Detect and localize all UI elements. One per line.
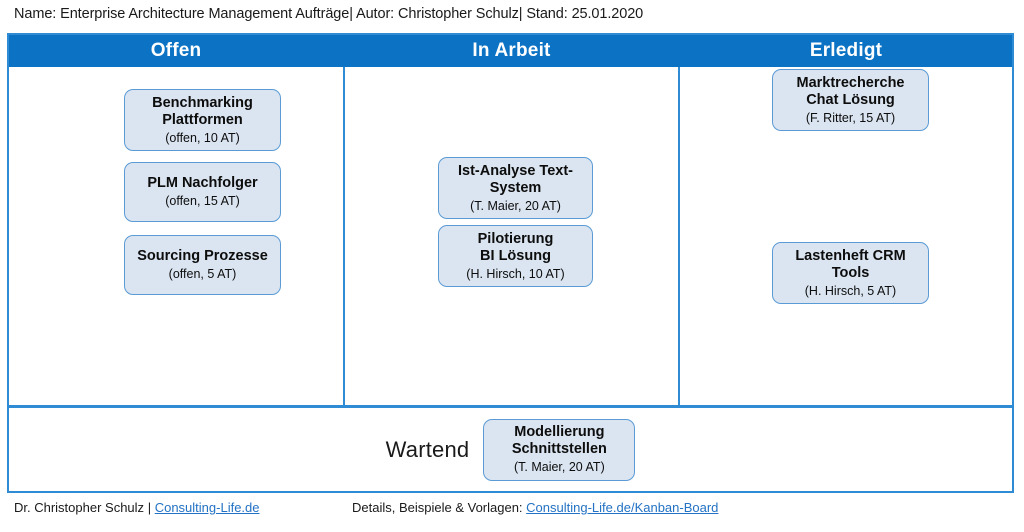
card-title: Lastenheft CRM Tools	[795, 247, 906, 281]
card-marktrecherche-chat-loesung[interactable]: Marktrecherche Chat Lösung (F. Ritter, 1…	[772, 69, 929, 131]
board-lanes: Benchmarking Plattformen (offen, 10 AT) …	[9, 67, 1012, 405]
card-title: Pilotierung BI Lösung	[477, 230, 554, 264]
footer-details-link[interactable]: Consulting-Life.de/Kanban-Board	[526, 500, 718, 515]
card-subtitle: (F. Ritter, 15 AT)	[805, 110, 896, 125]
card-title: Marktrecherche Chat Lösung	[796, 74, 905, 108]
card-plm-nachfolger[interactable]: PLM Nachfolger (offen, 15 AT)	[124, 162, 281, 222]
card-title: Sourcing Prozesse	[137, 248, 268, 264]
card-subtitle: (offen, 5 AT)	[168, 267, 237, 281]
column-erledigt[interactable]: Marktrecherche Chat Lösung (F. Ritter, 1…	[680, 67, 1012, 405]
card-subtitle: (H. Hirsch, 10 AT)	[466, 266, 565, 281]
column-in-arbeit[interactable]: Ist-Analyse Text- System (T. Maier, 20 A…	[343, 67, 680, 405]
footer-author-name: Dr. Christopher Schulz	[14, 500, 145, 515]
card-sourcing-prozesse[interactable]: Sourcing Prozesse (offen, 5 AT)	[124, 235, 281, 295]
wartend-label: Wartend	[385, 436, 470, 462]
column-header-band: Offen In Arbeit Erledigt	[9, 35, 1012, 67]
column-offen[interactable]: Benchmarking Plattformen (offen, 10 AT) …	[9, 67, 343, 405]
card-title: Modellierung Schnittstellen	[511, 424, 607, 457]
footer-author-block: Dr. Christopher Schulz | Consulting-Life…	[14, 500, 260, 515]
card-subtitle: (T. Maier, 20 AT)	[513, 460, 605, 474]
column-header-erledigt: Erledigt	[809, 40, 883, 61]
card-ist-analyse-text-system[interactable]: Ist-Analyse Text- System (T. Maier, 20 A…	[438, 157, 593, 219]
card-subtitle: (offen, 15 AT)	[165, 194, 240, 208]
card-title: Benchmarking Plattformen	[152, 94, 253, 128]
card-benchmarking-plattformen[interactable]: Benchmarking Plattformen (offen, 10 AT)	[124, 89, 281, 151]
card-modellierung-schnittstellen[interactable]: Modellierung Schnittstellen (T. Maier, 2…	[483, 418, 636, 481]
card-pilotierung-bi-loesung[interactable]: Pilotierung BI Lösung (H. Hirsch, 10 AT)	[438, 225, 593, 287]
document-meta-line: Name: Enterprise Architecture Management…	[14, 6, 644, 22]
kanban-board: Offen In Arbeit Erledigt Benchmarking Pl…	[7, 33, 1014, 493]
column-header-in-arbeit: In Arbeit	[472, 40, 551, 61]
footer-details-label: Details, Beispiele & Vorlagen:	[352, 500, 523, 515]
footer-author-link[interactable]: Consulting-Life.de	[155, 500, 260, 515]
card-subtitle: (H. Hirsch, 5 AT)	[804, 283, 897, 298]
footer-separator: |	[147, 500, 152, 515]
card-subtitle: (T. Maier, 20 AT)	[470, 198, 561, 213]
column-header-offen: Offen	[150, 40, 202, 61]
lane-wartend[interactable]: Wartend Modellierung Schnittstellen (T. …	[9, 405, 1012, 491]
card-subtitle: (offen, 10 AT)	[165, 130, 240, 145]
footer-details-block: Details, Beispiele & Vorlagen: Consultin…	[352, 500, 718, 515]
card-title: PLM Nachfolger	[147, 175, 258, 191]
card-title: Ist-Analyse Text- System	[458, 162, 573, 196]
card-lastenheft-crm-tools[interactable]: Lastenheft CRM Tools (H. Hirsch, 5 AT)	[772, 242, 929, 304]
